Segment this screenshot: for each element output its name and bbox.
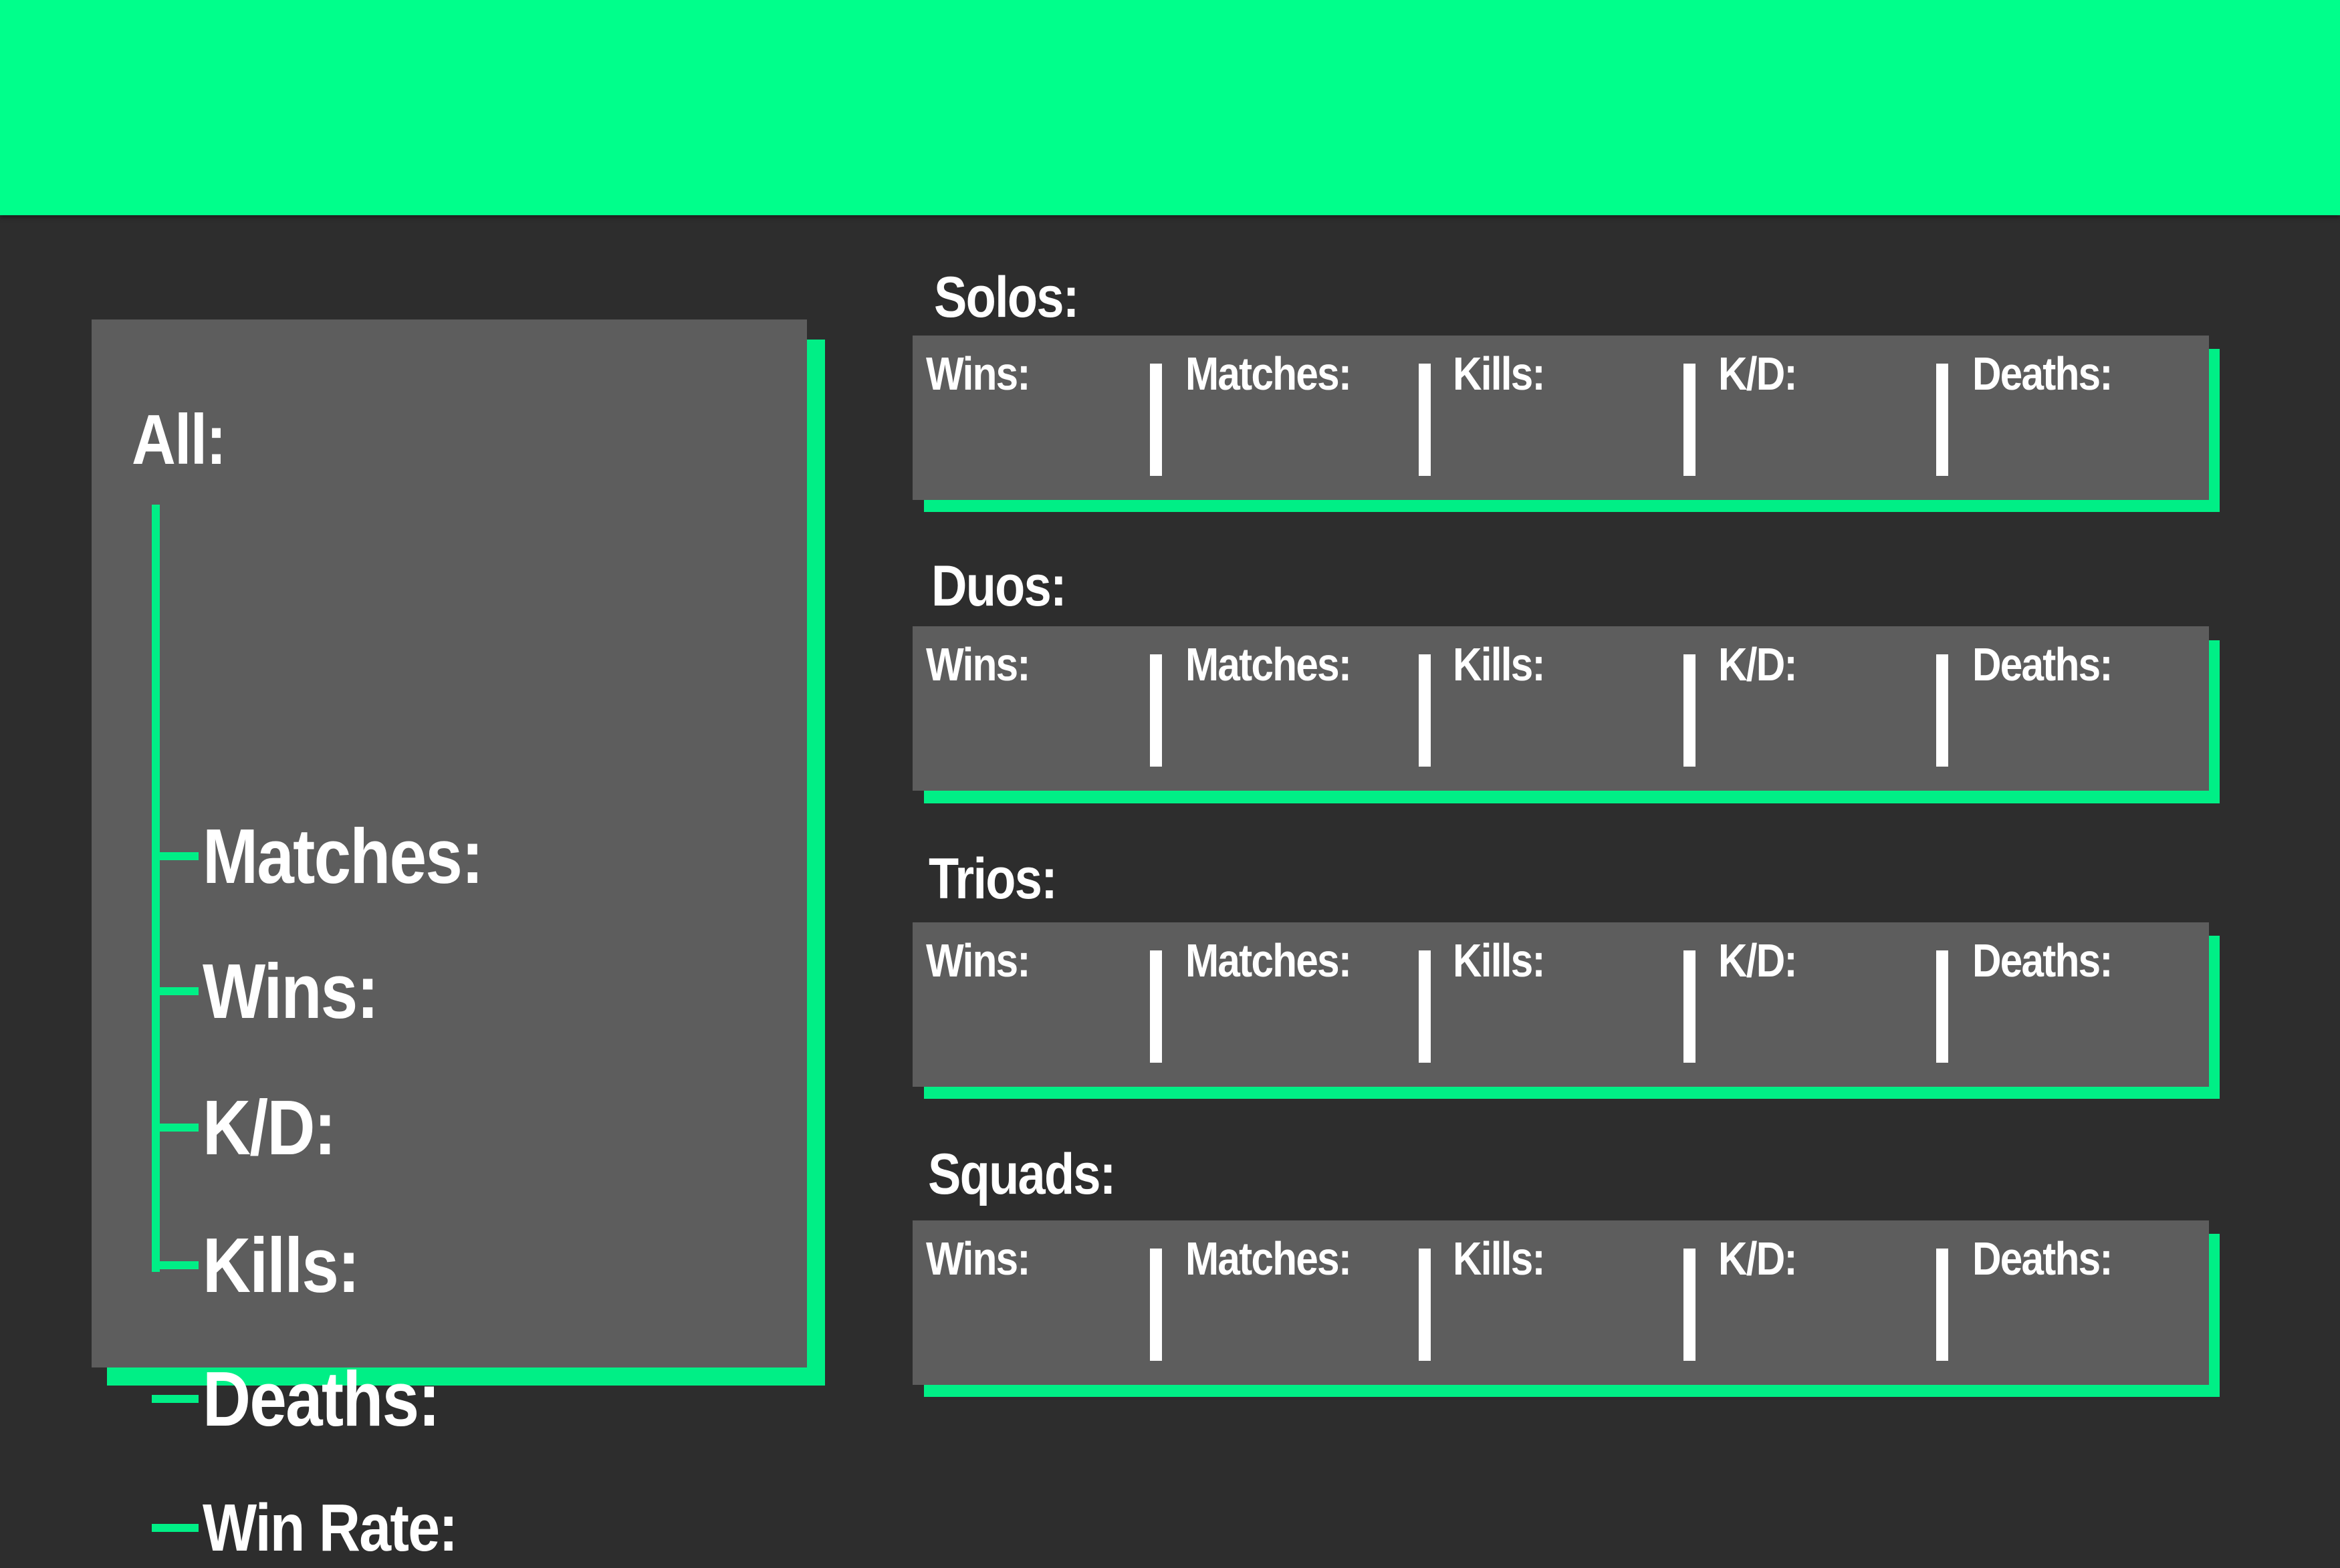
trios-card: Wins: Matches: Kills: K/D: Deaths: [913, 922, 2209, 1087]
solos-title: Solos: [934, 265, 1079, 330]
stat-divider [1683, 654, 1695, 767]
stat-label-wins: Wins: [926, 348, 1030, 400]
all-title: All: [132, 400, 227, 479]
stat-label-deaths: Deaths: [1972, 1232, 2113, 1285]
stat-divider [1419, 950, 1431, 1063]
duos-card: Wins: Matches: Kills: K/D: Deaths: [913, 626, 2209, 791]
duos-title: Duos: [931, 554, 1067, 618]
stat-label-kd: K/D: [1718, 1232, 1798, 1285]
tree-branch [152, 987, 199, 995]
stat-divider [1936, 654, 1948, 767]
squads-title: Squads: [928, 1142, 1116, 1206]
tree-branch [152, 1395, 199, 1403]
stat-divider [1150, 364, 1162, 476]
stat-divider [1150, 950, 1162, 1063]
stat-divider [1419, 1249, 1431, 1361]
all-stat-label: Wins: [203, 948, 379, 1035]
stat-divider [1150, 654, 1162, 767]
all-stat-label: Deaths: [203, 1355, 441, 1442]
stat-divider [1419, 364, 1431, 476]
all-stat-label: Win Rate: [203, 1490, 458, 1565]
all-stat-label: K/D: [203, 1084, 336, 1171]
stat-label-matches: Matches: [1185, 934, 1352, 987]
solos-card: Wins: Matches: Kills: K/D: Deaths: [913, 336, 2209, 500]
stat-label-deaths: Deaths: [1972, 348, 2113, 400]
stat-label-kills: Kills: [1453, 934, 1546, 987]
stat-divider [1936, 950, 1948, 1063]
stat-label-matches: Matches: [1185, 638, 1352, 690]
header-banner [0, 0, 2340, 215]
stat-label-deaths: Deaths: [1972, 638, 2113, 690]
stat-label-deaths: Deaths: [1972, 934, 2113, 987]
stat-label-kills: Kills: [1453, 1232, 1546, 1285]
stat-label-matches: Matches: [1185, 348, 1352, 400]
stat-label-kd: K/D: [1718, 934, 1798, 987]
stat-divider [1683, 950, 1695, 1063]
stat-divider [1150, 1249, 1162, 1361]
trios-title: Trios: [929, 847, 1058, 911]
stat-label-wins: Wins: [926, 1232, 1030, 1285]
stat-label-kills: Kills: [1453, 638, 1546, 690]
stat-label-matches: Matches: [1185, 1232, 1352, 1285]
stat-label-kd: K/D: [1718, 638, 1798, 690]
stat-label-wins: Wins: [926, 934, 1030, 987]
all-stats-panel: All: Matches: Wins: K/D: Kills: Deaths: … [92, 319, 807, 1565]
tree-branch [152, 1524, 199, 1532]
all-stat-label: Matches: [203, 813, 483, 900]
stat-divider [1683, 364, 1695, 476]
squads-card: Wins: Matches: Kills: K/D: Deaths: [913, 1220, 2209, 1385]
tree-connector [152, 505, 160, 1272]
stat-divider [1936, 1249, 1948, 1361]
stat-divider [1419, 654, 1431, 767]
tree-branch [152, 1261, 199, 1269]
stat-label-wins: Wins: [926, 638, 1030, 690]
tree-branch [152, 852, 199, 860]
stat-divider [1683, 1249, 1695, 1361]
stat-label-kills: Kills: [1453, 348, 1546, 400]
all-stat-label: Kills: [203, 1222, 360, 1309]
tree-branch [152, 1124, 199, 1132]
stat-divider [1936, 364, 1948, 476]
stat-label-kd: K/D: [1718, 348, 1798, 400]
